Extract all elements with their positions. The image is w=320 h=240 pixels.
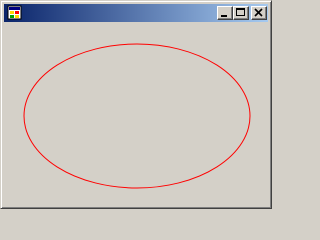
minimize-button[interactable] bbox=[217, 6, 233, 20]
client-area[interactable] bbox=[5, 23, 269, 206]
maximize-button[interactable] bbox=[233, 6, 249, 20]
red-ellipse bbox=[23, 43, 251, 189]
application-icon[interactable] bbox=[7, 5, 23, 21]
app-window bbox=[0, 0, 272, 209]
title-bar[interactable] bbox=[4, 4, 268, 22]
close-button[interactable] bbox=[251, 6, 267, 20]
drawing-canvas bbox=[23, 43, 251, 189]
